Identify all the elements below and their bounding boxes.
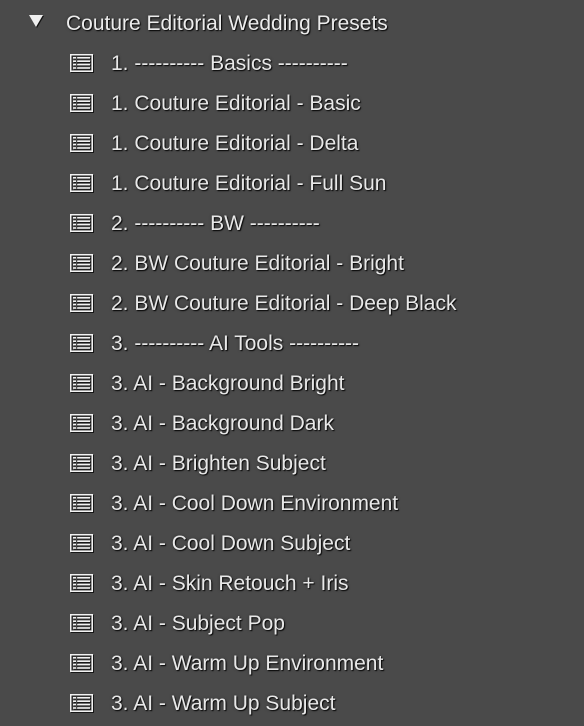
preset-item[interactable]: 2. BW Couture Editorial - Bright <box>0 244 584 284</box>
preset-icon <box>70 574 93 592</box>
preset-icon <box>70 54 93 72</box>
preset-label[interactable]: 3. AI - Warm Up Environment <box>111 650 383 678</box>
presets-panel: Couture Editorial Wedding Presets 1. ---… <box>0 0 584 726</box>
preset-item[interactable]: 3. AI - Skin Retouch + Iris <box>0 564 584 604</box>
preset-item[interactable]: 3. AI - Cool Down Subject <box>0 524 584 564</box>
preset-label[interactable]: 3. AI - Cool Down Environment <box>111 490 398 518</box>
preset-label[interactable]: 3. AI - Brighten Subject <box>111 450 326 478</box>
preset-icon <box>70 174 93 192</box>
preset-label[interactable]: 3. ---------- AI Tools ---------- <box>111 330 359 358</box>
preset-icon <box>70 494 93 512</box>
preset-icon <box>70 134 93 152</box>
preset-label[interactable]: 3. AI - Subject Pop <box>111 610 285 638</box>
preset-icon <box>70 454 93 472</box>
preset-item[interactable]: 3. AI - Cool Down Environment <box>0 484 584 524</box>
preset-icon <box>70 94 93 112</box>
preset-label[interactable]: 1. Couture Editorial - Delta <box>111 130 358 158</box>
preset-label[interactable]: 3. AI - Skin Retouch + Iris <box>111 570 349 598</box>
preset-icon <box>70 254 93 272</box>
preset-item[interactable]: 3. AI - Warm Up Subject <box>0 684 584 724</box>
preset-item[interactable]: 2. BW Couture Editorial - Deep Black <box>0 284 584 324</box>
preset-folder-header[interactable]: Couture Editorial Wedding Presets <box>0 0 584 46</box>
preset-list: 1. ---------- Basics ---------- 1. Coutu… <box>0 44 584 724</box>
preset-item[interactable]: 1. Couture Editorial - Full Sun <box>0 164 584 204</box>
preset-item[interactable]: 1. ---------- Basics ---------- <box>0 44 584 84</box>
preset-label[interactable]: 3. AI - Cool Down Subject <box>111 530 350 558</box>
preset-icon <box>70 534 93 552</box>
preset-icon <box>70 294 93 312</box>
preset-icon <box>70 654 93 672</box>
preset-item[interactable]: 3. AI - Brighten Subject <box>0 444 584 484</box>
preset-item[interactable]: 1. Couture Editorial - Delta <box>0 124 584 164</box>
preset-item[interactable]: 1. Couture Editorial - Basic <box>0 84 584 124</box>
preset-label[interactable]: 2. BW Couture Editorial - Bright <box>111 250 404 278</box>
preset-item[interactable]: 2. ---------- BW ---------- <box>0 204 584 244</box>
preset-label[interactable]: 1. Couture Editorial - Basic <box>111 90 361 118</box>
preset-label[interactable]: 2. BW Couture Editorial - Deep Black <box>111 290 456 318</box>
preset-label[interactable]: 1. Couture Editorial - Full Sun <box>111 170 386 198</box>
preset-item[interactable]: 3. AI - Subject Pop <box>0 604 584 644</box>
preset-icon <box>70 334 93 352</box>
preset-icon <box>70 694 93 712</box>
preset-icon <box>70 214 93 232</box>
preset-icon <box>70 614 93 632</box>
preset-item[interactable]: 3. AI - Background Bright <box>0 364 584 404</box>
preset-label[interactable]: 3. AI - Background Bright <box>111 370 344 398</box>
preset-icon <box>70 414 93 432</box>
disclosure-triangle-expanded-icon[interactable] <box>29 15 43 27</box>
preset-folder-title[interactable]: Couture Editorial Wedding Presets <box>66 10 388 38</box>
preset-label[interactable]: 2. ---------- BW ---------- <box>111 210 320 238</box>
preset-label[interactable]: 3. AI - Warm Up Subject <box>111 690 335 718</box>
preset-item[interactable]: 3. ---------- AI Tools ---------- <box>0 324 584 364</box>
preset-label[interactable]: 1. ---------- Basics ---------- <box>111 50 348 78</box>
preset-item[interactable]: 3. AI - Warm Up Environment <box>0 644 584 684</box>
preset-icon <box>70 374 93 392</box>
preset-label[interactable]: 3. AI - Background Dark <box>111 410 334 438</box>
preset-item[interactable]: 3. AI - Background Dark <box>0 404 584 444</box>
